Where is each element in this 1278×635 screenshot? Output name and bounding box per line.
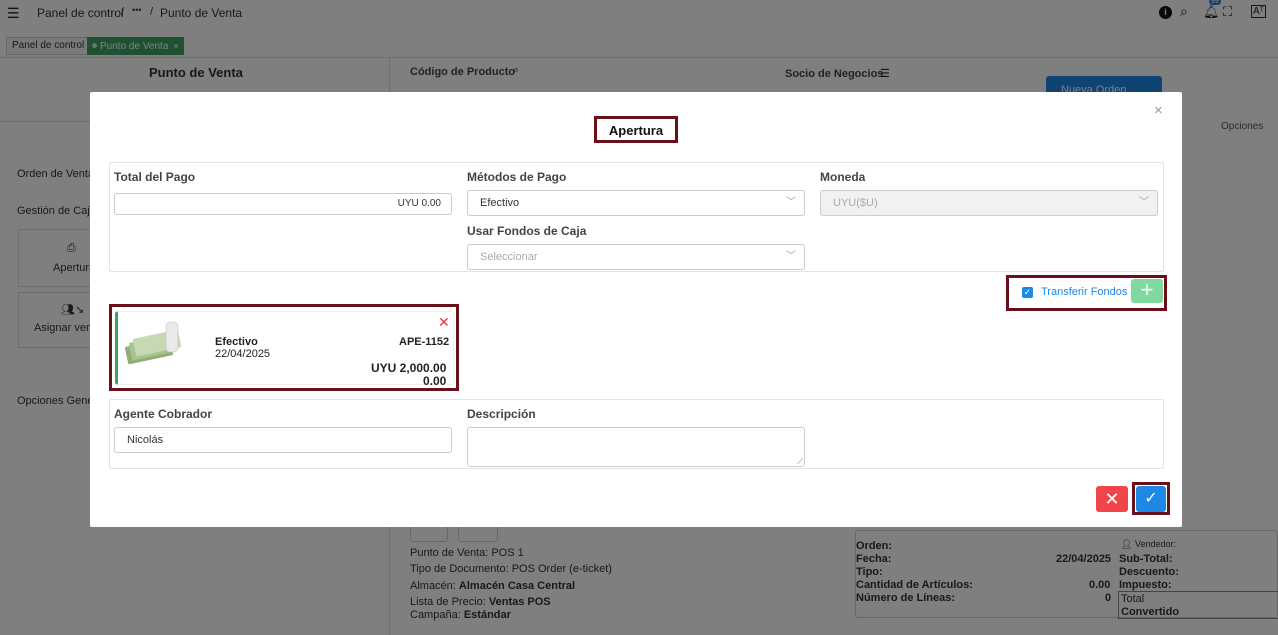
moneda-value: UYU($U) — [833, 197, 878, 209]
confirm-button-frame: ✓ — [1132, 482, 1170, 515]
apertura-modal: × Apertura Total del Pago UYU 0.00 Métod… — [90, 92, 1182, 527]
metodos-pago-value: Efectivo — [480, 197, 520, 209]
usar-fondos-label: Usar Fondos de Caja — [467, 224, 587, 238]
modal-title: Apertura — [608, 123, 664, 138]
confirm-button[interactable]: ✓ — [1136, 486, 1166, 512]
payment-converted: 0.00 — [423, 374, 447, 388]
chevron-down-icon: ﹀ — [1139, 197, 1149, 208]
payment-code: APE-1152 — [399, 336, 450, 348]
payment-card[interactable]: Efectivo 22/04/2025 APE-1152 UYU 2,000.0… — [115, 311, 454, 388]
descripcion-label: Descripción — [467, 407, 536, 421]
chevron-down-icon: ﹀ — [786, 251, 796, 262]
usar-fondos-select[interactable]: Seleccionar ﹀ — [467, 244, 805, 270]
moneda-label: Moneda — [820, 170, 866, 184]
total-pago-label: Total del Pago — [114, 170, 196, 184]
modal-title-frame: Apertura — [594, 116, 678, 143]
add-fund-button[interactable]: + — [1131, 279, 1163, 303]
metodos-pago-label: Métodos de Pago — [467, 170, 567, 184]
remove-payment-icon[interactable]: ✕ — [438, 314, 450, 331]
agente-cobrador-input[interactable]: Nicolás — [114, 427, 452, 453]
modal-close-icon[interactable]: × — [1154, 102, 1163, 119]
resize-handle-icon[interactable]: ⟋ — [797, 458, 803, 466]
transferir-fondos-label[interactable]: Transferir Fondos — [1041, 286, 1127, 298]
transferir-fondos-checkbox[interactable]: ✓ — [1022, 287, 1033, 298]
payment-date: 22/04/2025 — [215, 348, 271, 360]
usar-fondos-placeholder: Seleccionar — [480, 251, 538, 263]
payment-method: Efectivo — [215, 336, 258, 348]
agente-cobrador-label: Agente Cobrador — [114, 407, 213, 421]
metodos-pago-select[interactable]: Efectivo ﹀ — [467, 190, 805, 216]
total-pago-input[interactable]: UYU 0.00 — [114, 193, 452, 215]
descripcion-textarea[interactable]: ⟋ — [467, 427, 805, 467]
payment-amount: UYU 2,000.00 — [371, 361, 447, 375]
moneda-select: UYU($U) ﹀ — [820, 190, 1158, 216]
chevron-down-icon: ﹀ — [786, 197, 796, 208]
money-stack-icon — [125, 321, 181, 365]
transferir-fondos-frame: ✓ Transferir Fondos + — [1006, 275, 1167, 311]
payment-card-frame: Efectivo 22/04/2025 APE-1152 UYU 2,000.0… — [109, 304, 459, 391]
cancel-button[interactable]: ✕ — [1096, 486, 1128, 512]
